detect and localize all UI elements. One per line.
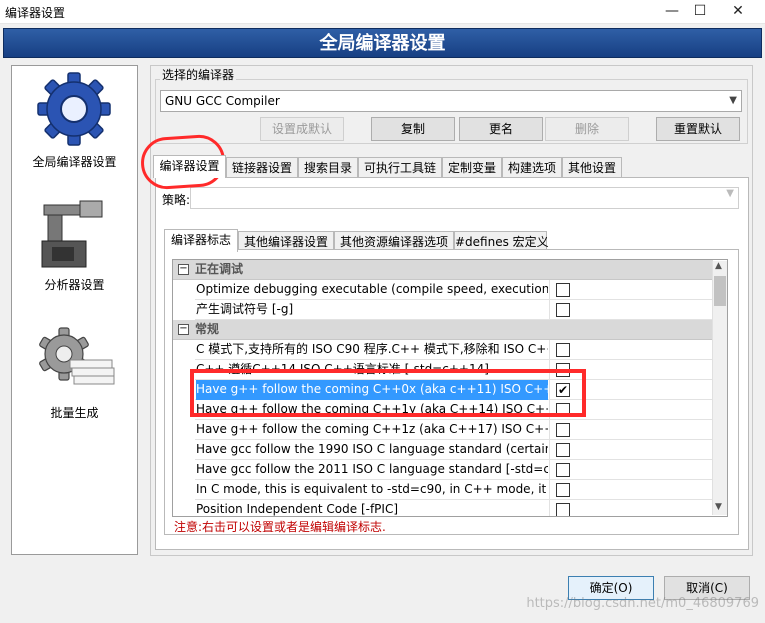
nav-label-global-compiler: 全局编译器设置 [32,155,117,169]
flag-checkbox[interactable] [556,343,570,357]
flags-hint: 注意:右击可以设置或者是编辑编译标志. [174,520,386,534]
highlight-rect [190,369,586,417]
flag-label: Have g++ follow the coming C++1z (aka C+… [196,422,548,436]
flag-label: In C mode, this is equivalent to -std=c9… [196,482,548,496]
tab-toolchain[interactable]: 可执行工具链 [358,157,442,178]
settings-nav: 全局编译器设置 分析器设置 批量生成 [11,65,138,555]
chevron-down-icon: ▼ [726,188,734,199]
flag-checkbox[interactable] [556,503,570,516]
maximize-button[interactable]: ☐ [682,0,718,24]
flag-checkbox[interactable] [556,483,570,497]
strategy-select[interactable]: ▼ [190,187,739,209]
tab-compiler-flags[interactable]: 编译器标志 [164,229,238,252]
collapse-icon[interactable]: − [178,324,189,335]
nav-item-batch-build[interactable]: 批量生成 [12,316,137,426]
chevron-down-icon: ▼ [729,95,737,106]
dialog-banner: 全局编译器设置 [3,28,762,58]
category-label: 常规 [195,322,220,336]
flag-row[interactable]: In C mode, this is equivalent to -std=c9… [173,480,713,500]
vise-icon [41,200,103,268]
nav-item-global-compiler[interactable]: 全局编译器设置 [12,66,137,176]
flag-row[interactable]: Have g++ follow the coming C++1z (aka C+… [173,420,713,440]
flag-row[interactable]: Optimize debugging executable (compile s… [173,280,713,300]
tab-build-options[interactable]: 构建选项 [502,157,562,178]
flag-checkbox[interactable] [556,443,570,457]
flag-label: Optimize debugging executable (compile s… [196,282,548,296]
rename-button[interactable]: 更名 [459,117,543,141]
flag-row[interactable]: Have gcc follow the 1990 ISO C language … [173,440,713,460]
flag-label: 产生调试符号 [-g] [196,302,294,316]
collapse-icon[interactable]: − [178,264,189,275]
scroll-down-icon[interactable]: ▼ [715,502,722,512]
compiler-group-label: 选择的编译器 [160,66,237,83]
batch-gear-icon [39,327,115,385]
tab-other-settings[interactable]: 其他设置 [562,157,622,178]
window-title: 编译器设置 [5,6,66,20]
flag-checkbox[interactable] [556,463,570,477]
compiler-select[interactable]: GNU GCC Compiler ▼ [160,90,742,112]
compiler-select-value: GNU GCC Compiler [165,94,280,108]
title-bar: 编译器设置 — ☐ ✕ [0,0,765,24]
strategy-label: 策略: [162,193,191,207]
scroll-thumb[interactable] [714,276,726,306]
flag-checkbox[interactable] [556,283,570,297]
flag-row[interactable]: 产生调试符号 [-g] [173,300,713,320]
banner-title: 全局编译器设置 [319,33,446,54]
tab-custom-vars[interactable]: 定制变量 [442,157,502,178]
flag-row[interactable]: C 模式下,支持所有的 ISO C90 程序.C++ 模式下,移除和 ISO C… [173,340,713,360]
copy-button[interactable]: 复制 [371,117,455,141]
flag-label: Have gcc follow the 2011 ISO C language … [196,462,548,476]
flag-checkbox[interactable] [556,423,570,437]
flag-category[interactable]: − 常规 [173,320,713,340]
close-button[interactable]: ✕ [720,0,756,24]
flag-checkbox[interactable] [556,303,570,317]
flag-category[interactable]: − 正在调试 [173,260,713,280]
tab-compiler-settings[interactable]: 编译器设置 [153,155,226,178]
watermark: https://blog.csdn.net/m0_46809769 [526,596,759,611]
category-label: 正在调试 [195,262,244,276]
tab-linker-settings[interactable]: 链接器设置 [226,157,298,178]
nav-label-batch-build: 批量生成 [50,406,99,420]
scroll-up-icon[interactable]: ▲ [715,261,722,271]
nav-label-profiler: 分析器设置 [44,278,105,292]
flag-row[interactable]: Have gcc follow the 2011 ISO C language … [173,460,713,480]
reset-default-button[interactable]: 重置默认 [656,117,740,141]
flag-label: C 模式下,支持所有的 ISO C90 程序.C++ 模式下,移除和 ISO C… [196,342,548,356]
set-default-button[interactable]: 设置成默认 [260,117,344,141]
flag-label: Have gcc follow the 1990 ISO C language … [196,442,548,456]
delete-button[interactable]: 删除 [545,117,629,141]
tab-search-dirs[interactable]: 搜索目录 [298,157,358,178]
gear-icon [37,72,111,146]
nav-item-profiler[interactable]: 分析器设置 [12,186,137,296]
flag-row[interactable]: Position Independent Code [-fPIC] [173,500,713,516]
flag-label: Position Independent Code [-fPIC] [196,502,399,516]
